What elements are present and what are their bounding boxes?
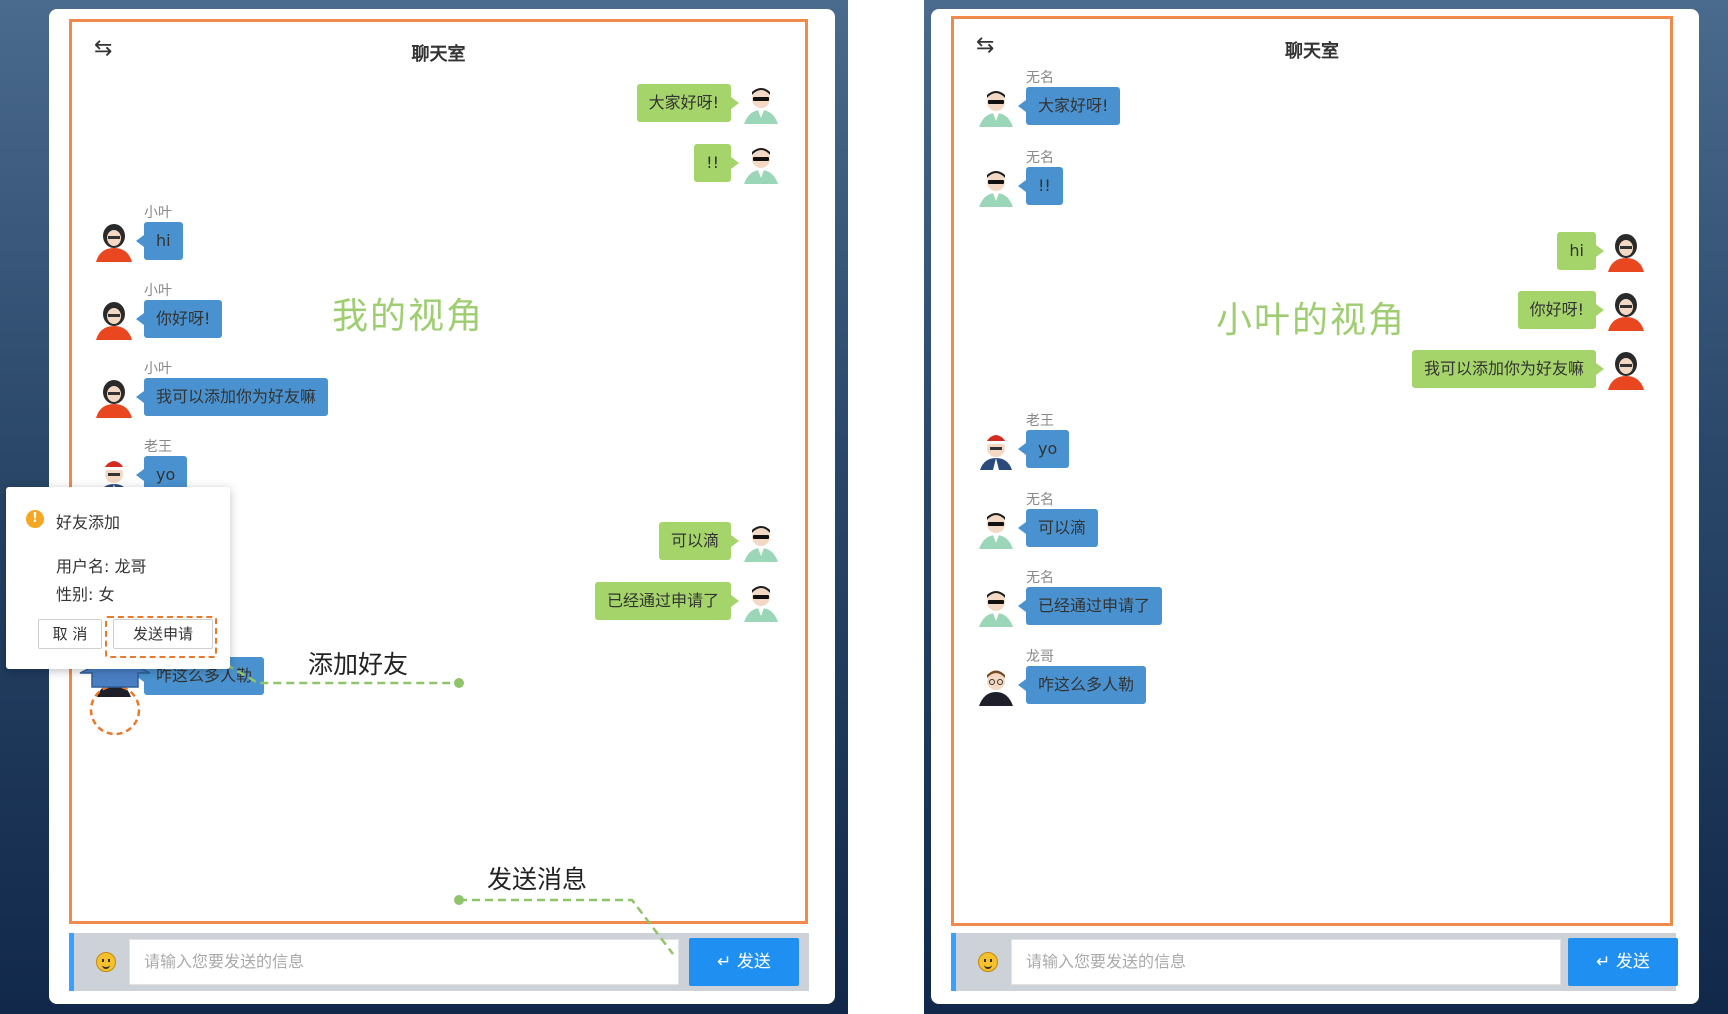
sender-name: 小叶 — [144, 205, 172, 221]
message-input[interactable]: 请输入您要发送的信息 — [129, 939, 679, 985]
message-row: 无名 已经通过申请了 — [954, 570, 1670, 627]
message-row: 无名 大家好呀! — [954, 70, 1670, 127]
message-bubble: yo — [1017, 430, 1070, 468]
message-bubble: 咋这么多人勒 — [1017, 666, 1147, 704]
message-bubble: 已经通过申请了 — [1017, 587, 1163, 625]
message-bubble: 我可以添加你为好友嘛 — [1411, 350, 1605, 388]
chat-area-frame: ⇆ 聊天室 我的视角 大家好呀!!! 小叶 hi 小叶 你好呀! 小叶 我可以添加你为好友嘛… — [69, 19, 808, 924]
annotation-send-message: 发送消息 — [487, 865, 588, 894]
cancel-button[interactable]: 取 消 — [38, 619, 102, 649]
avatar[interactable] — [94, 298, 134, 340]
message-row: 大家好呀! — [72, 84, 805, 124]
message-row: hi — [954, 232, 1670, 272]
popup-username: 用户名: 龙哥 — [56, 557, 147, 576]
send-button[interactable]: ↵ 发送 — [689, 938, 799, 986]
popup-gender: 性别: 女 — [56, 585, 115, 604]
sender-name: 老王 — [144, 439, 172, 455]
message-bubble: 你好呀! — [1517, 291, 1605, 329]
message-row: 无名!! — [954, 150, 1670, 207]
avatar[interactable] — [976, 165, 1016, 207]
message-row: 小叶 我可以添加你为好友嘛 — [72, 361, 805, 418]
emoji-icon[interactable] — [978, 952, 998, 972]
message-row: 我可以添加你为好友嘛 — [954, 350, 1670, 390]
composer-bar: 请输入您要发送的信息 ↵ 发送 — [69, 933, 809, 991]
message-row: !! — [72, 144, 805, 184]
sender-name: 老王 — [1026, 413, 1054, 429]
avatar[interactable] — [741, 520, 781, 562]
message-row: 龙哥咋这么多人勒 — [954, 649, 1670, 706]
message-bubble: 你好呀! — [135, 300, 223, 338]
message-bubble: hi — [136, 222, 183, 260]
avatar[interactable] — [94, 376, 134, 418]
message-row: 小叶 你好呀! — [72, 283, 805, 340]
annotation-add-friend: 添加好友 — [308, 650, 409, 679]
message-row: 老王 yo — [954, 413, 1670, 470]
message-bubble: !! — [1018, 167, 1063, 205]
avatar[interactable] — [976, 428, 1016, 470]
message-bubble: 已经通过申请了 — [594, 582, 740, 620]
message-row: 你好呀! — [954, 291, 1670, 331]
message-bubble: !! — [694, 144, 739, 182]
sender-name: 无名 — [1026, 70, 1054, 86]
sender-name: 小叶 — [144, 283, 172, 299]
enter-icon: ↵ — [717, 952, 732, 972]
chat-area-frame: ⇆ 聊天室 小叶的视角 无名 大家好呀! 无名!! hi 你好呀! 我可以添加你为好友嘛老… — [951, 16, 1673, 926]
sender-name: 小叶 — [144, 361, 172, 377]
send-button-label: 发送 — [1615, 952, 1650, 972]
message-bubble: 可以滴 — [658, 522, 740, 560]
warning-icon: ! — [26, 510, 44, 528]
page-title: 聊天室 — [411, 44, 466, 65]
enter-icon: ↵ — [1596, 952, 1611, 972]
message-row: 小叶 hi — [72, 205, 805, 262]
send-button-label: 发送 — [736, 952, 771, 972]
composer-bar: 请输入您要发送的信息 ↵ 发送 — [951, 933, 1678, 991]
emoji-icon[interactable] — [96, 952, 116, 972]
right-chat-window: ⇆ 聊天室 小叶的视角 无名 大家好呀! 无名!! hi 你好呀! 我可以添加你为好友嘛老… — [931, 9, 1699, 1004]
avatar[interactable] — [94, 220, 134, 262]
message-input[interactable]: 请输入您要发送的信息 — [1011, 939, 1561, 985]
message-bubble: 大家好呀! — [1017, 87, 1121, 125]
avatar[interactable] — [1606, 348, 1646, 390]
sender-name: 无名 — [1026, 150, 1054, 166]
avatar[interactable] — [976, 664, 1016, 706]
page-title: 聊天室 — [1285, 41, 1339, 62]
send-button[interactable]: ↵ 发送 — [1568, 938, 1678, 986]
popup-title: 好友添加 — [56, 513, 121, 532]
message-row: 无名 可以滴 — [954, 492, 1670, 549]
message-bubble: 大家好呀! — [636, 84, 740, 122]
avatar[interactable] — [976, 507, 1016, 549]
message-bubble: hi — [1557, 232, 1604, 270]
avatar[interactable] — [1606, 230, 1646, 272]
avatar[interactable] — [741, 142, 781, 184]
avatar[interactable] — [976, 85, 1016, 127]
avatar[interactable] — [976, 585, 1016, 627]
sender-name: 无名 — [1026, 492, 1054, 508]
avatar[interactable] — [1606, 289, 1646, 331]
avatar[interactable] — [741, 580, 781, 622]
message-bubble: 我可以添加你为好友嘛 — [135, 378, 329, 416]
message-bubble: 可以滴 — [1017, 509, 1099, 547]
send-request-highlight — [105, 616, 217, 658]
sender-name: 龙哥 — [1026, 649, 1054, 665]
sender-name: 无名 — [1026, 570, 1054, 586]
avatar[interactable] — [741, 82, 781, 124]
